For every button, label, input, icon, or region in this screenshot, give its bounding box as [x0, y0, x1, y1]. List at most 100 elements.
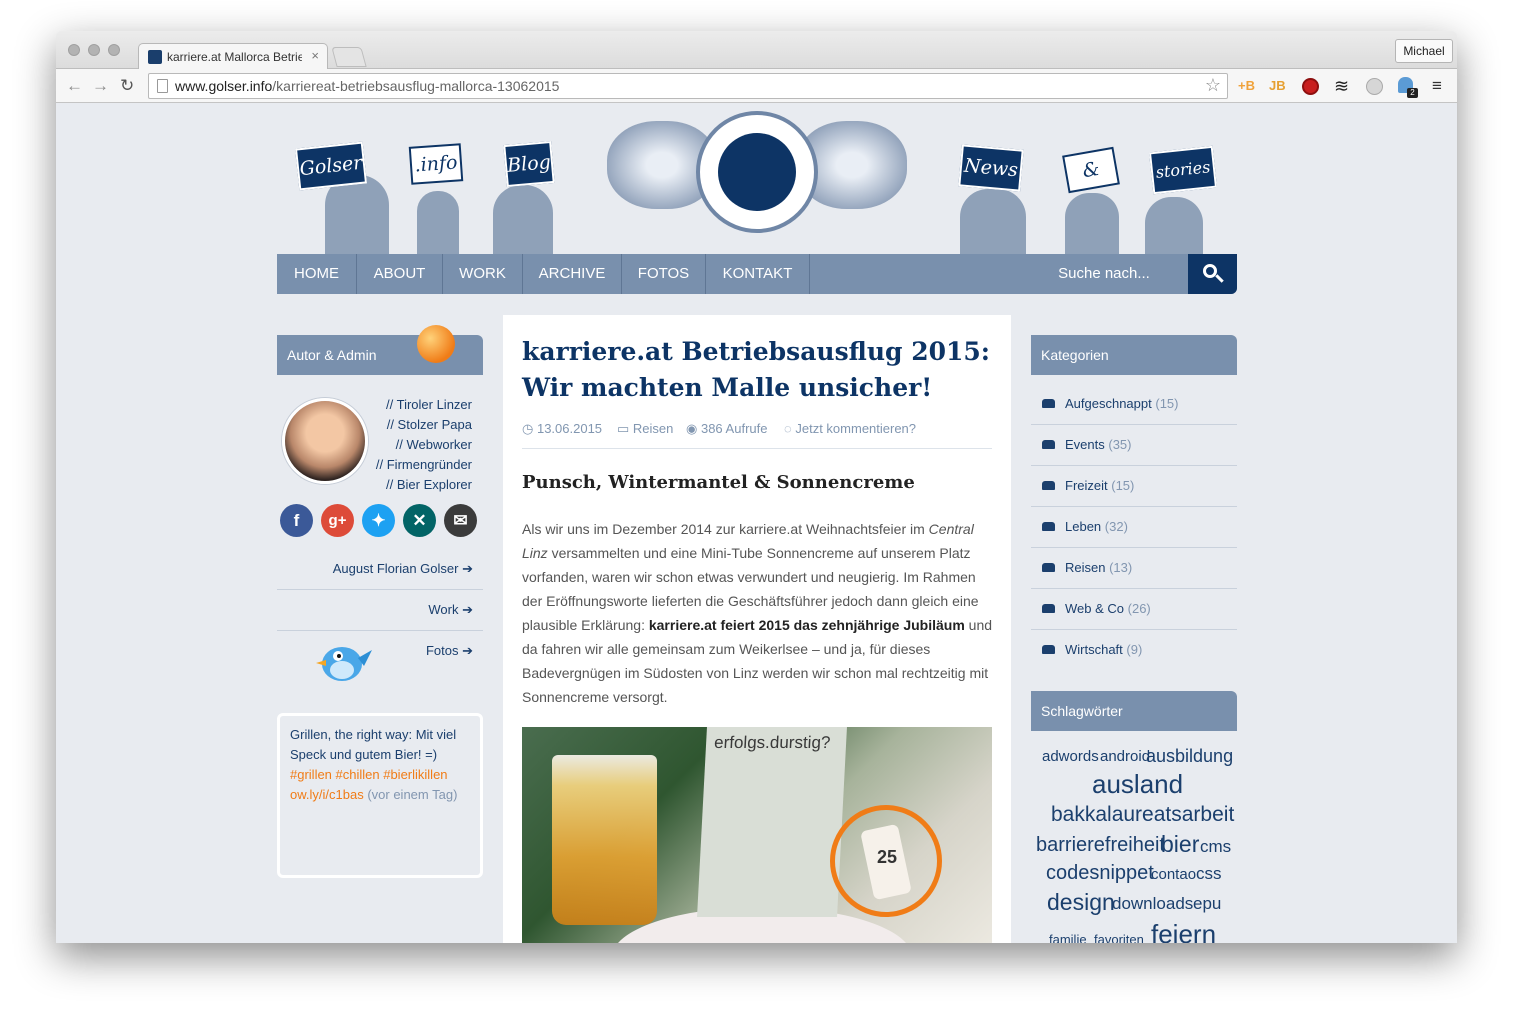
- article-views: ◉ 386 Aufrufe: [686, 421, 767, 437]
- back-arrow-icon[interactable]: ←: [66, 76, 83, 96]
- sidebar-link-fotos[interactable]: Fotos ➔: [277, 631, 483, 672]
- photo-highlight-ring: [830, 805, 942, 917]
- photo-menu-card-title: erfolgs.durstig?: [713, 733, 831, 752]
- tag-link[interactable]: design: [1047, 889, 1115, 916]
- photo-beer-mug: [552, 755, 657, 925]
- category-item[interactable]: Leben (32): [1031, 507, 1237, 548]
- nav-work[interactable]: WORK: [443, 254, 523, 294]
- sidebar-link-work-text: Work: [428, 602, 459, 617]
- wordpress-extension-icon[interactable]: [1366, 78, 1383, 95]
- profile-button[interactable]: Michael: [1395, 39, 1453, 63]
- nav-about[interactable]: ABOUT: [357, 254, 443, 294]
- category-item[interactable]: Events (35): [1031, 425, 1237, 466]
- adblock-extension-icon[interactable]: [1302, 78, 1319, 95]
- jb-extension-icon[interactable]: JB: [1269, 77, 1286, 95]
- title-bar: karriere.at Mallorca Betrieb × Michael: [56, 31, 1457, 70]
- nav-home[interactable]: HOME: [277, 254, 357, 294]
- close-window-button[interactable]: [68, 44, 80, 56]
- tag-link[interactable]: bakkalaureatsarbeit: [1051, 803, 1234, 827]
- author-roles: // Tiroler Linzer // Stolzer Papa // Web…: [372, 395, 472, 495]
- page-icon: [157, 79, 168, 93]
- tag-link[interactable]: familie: [1049, 932, 1087, 943]
- xing-icon[interactable]: ✕: [403, 504, 436, 537]
- sidebar-link-work[interactable]: Work ➔: [277, 590, 483, 631]
- nav-archive[interactable]: ARCHIVE: [523, 254, 622, 294]
- zoom-window-button[interactable]: [108, 44, 120, 56]
- tweet-text: Grillen, the right way: Mit viel Speck u…: [290, 727, 457, 762]
- google-plus-icon[interactable]: g+: [321, 504, 354, 537]
- twitter-icon[interactable]: ✦: [362, 504, 395, 537]
- latest-tweet: Grillen, the right way: Mit viel Speck u…: [277, 713, 483, 878]
- category-label: Events (35): [1065, 437, 1132, 452]
- address-bar[interactable]: www.golser.info/karriereat-betriebsausfl…: [148, 73, 1228, 99]
- article-category[interactable]: ▭ Reisen: [617, 421, 673, 437]
- arrow-right-icon: ➔: [462, 602, 473, 617]
- article-comments[interactable]: ◌ Jetzt kommentieren?: [784, 421, 916, 436]
- tag-link[interactable]: bier: [1161, 831, 1199, 858]
- url-path: /karriereat-betriebsausflug-mallorca-130…: [272, 78, 560, 94]
- tab-close-icon[interactable]: ×: [311, 48, 319, 63]
- category-label: Aufgeschnappt (15): [1065, 396, 1178, 411]
- category-count: (32): [1104, 519, 1128, 534]
- search-button[interactable]: [1188, 254, 1237, 294]
- minimize-window-button[interactable]: [88, 44, 100, 56]
- nav-fotos[interactable]: FOTOS: [622, 254, 706, 294]
- hamburger-menu-icon[interactable]: ≡: [1432, 76, 1442, 96]
- paragraph-text: Als wir uns im Dezember 2014 zur karrier…: [522, 521, 929, 537]
- sidebar-link-author[interactable]: August Florian Golser ➔: [277, 549, 483, 590]
- tag-link[interactable]: codesnippet: [1046, 862, 1154, 885]
- header-sign-golser: Golser: [294, 141, 368, 191]
- tag-link[interactable]: downloads: [1112, 894, 1193, 914]
- tag-link[interactable]: cms: [1200, 837, 1231, 857]
- tweet-hashtags[interactable]: #grillen #chillen #bierlikillen: [290, 767, 448, 782]
- article-title[interactable]: karriere.at Betriebsausflug 2015: Wir ma…: [522, 334, 992, 406]
- silhouette-person-icon: [493, 185, 553, 255]
- category-icon: [1042, 563, 1055, 572]
- category-name: Events: [1065, 437, 1105, 452]
- tag-link[interactable]: barrierefreiheit: [1036, 834, 1165, 857]
- site-logo[interactable]: [696, 111, 818, 233]
- header-sign-stories: stories: [1148, 145, 1218, 195]
- category-name: Wirtschaft: [1065, 642, 1123, 657]
- category-label: Freizeit (15): [1065, 478, 1134, 493]
- category-count: (9): [1126, 642, 1143, 657]
- buffer-extension-icon[interactable]: ≋: [1334, 76, 1349, 97]
- silhouette-person-icon: [960, 189, 1026, 255]
- tag-link[interactable]: css: [1196, 864, 1222, 884]
- category-item[interactable]: Aufgeschnappt (15): [1031, 384, 1237, 425]
- category-icon: [1042, 481, 1055, 490]
- tweet-link[interactable]: ow.ly/i/c1bas: [290, 787, 364, 802]
- bookmark-star-icon[interactable]: ☆: [1205, 75, 1221, 96]
- tag-link[interactable]: epu: [1193, 894, 1221, 914]
- category-item[interactable]: Wirtschaft (9): [1031, 630, 1237, 671]
- tag-link[interactable]: ausbildung: [1146, 746, 1233, 767]
- reload-icon[interactable]: ↻: [120, 76, 134, 96]
- article-photo[interactable]: erfolgs.durstig? 25: [522, 727, 992, 943]
- mail-icon[interactable]: ✉: [444, 504, 477, 537]
- tag-link[interactable]: ausland: [1092, 769, 1183, 800]
- category-item[interactable]: Web & Co (26): [1031, 589, 1237, 630]
- article-date-text: 13.06.2015: [536, 421, 603, 436]
- browser-tab[interactable]: karriere.at Mallorca Betrieb ×: [138, 43, 328, 70]
- category-name: Leben: [1065, 519, 1102, 534]
- nav-kontakt[interactable]: KONTAKT: [706, 254, 810, 294]
- search-input[interactable]: Suche nach...: [1019, 254, 1189, 294]
- tag-link[interactable]: android: [1100, 748, 1150, 765]
- category-item[interactable]: Freizeit (15): [1031, 466, 1237, 507]
- category-icon: [1042, 645, 1055, 654]
- forward-arrow-icon[interactable]: →: [92, 76, 109, 96]
- new-tab-button[interactable]: [331, 47, 367, 67]
- author-role: // Bier Explorer: [386, 477, 472, 492]
- categories-widget-title: Kategorien: [1031, 335, 1237, 375]
- facebook-icon[interactable]: f: [280, 504, 313, 537]
- sidebar-link-label: August Florian Golser ➔: [333, 561, 473, 577]
- tweet-time: (vor einem Tag): [367, 787, 458, 802]
- category-item[interactable]: Reisen (13): [1031, 548, 1237, 589]
- tag-link[interactable]: favoriten: [1094, 932, 1144, 943]
- rss-icon[interactable]: [417, 325, 455, 363]
- tag-link[interactable]: adwords: [1042, 748, 1099, 765]
- url-host: www.golser.info: [175, 78, 273, 94]
- bookmark-plus-extension-icon[interactable]: +B: [1238, 77, 1255, 95]
- tag-link[interactable]: feiern: [1151, 919, 1216, 943]
- tag-link[interactable]: contao: [1151, 866, 1196, 883]
